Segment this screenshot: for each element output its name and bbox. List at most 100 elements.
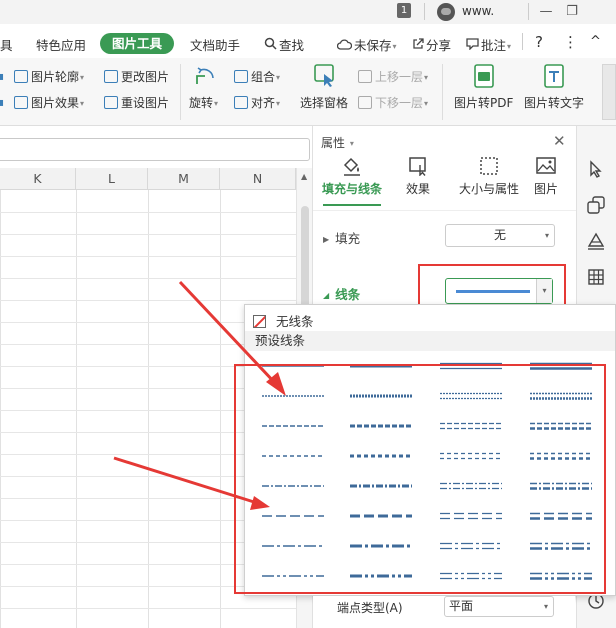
tab-effect[interactable]: 效果 (383, 156, 453, 197)
tab-picture[interactable]: 图片 (511, 156, 581, 197)
menu-item-partial[interactable]: 具 (0, 35, 13, 54)
share-button[interactable]: 分享 (412, 35, 451, 54)
picture-outline-button[interactable]: 图片轮廓▾ (14, 68, 84, 85)
panel-divider (313, 210, 577, 211)
fill-value: 无 (493, 228, 506, 242)
window-count-badge[interactable]: 1 (397, 3, 411, 18)
restore-button[interactable]: ❐ (562, 2, 582, 22)
tab-fill-and-line[interactable]: 填充与线条 (317, 156, 387, 197)
chevron-down-icon: ▾ (544, 231, 549, 240)
selection-pane-label: 选择窗格 (300, 96, 349, 110)
chevron-down-icon: ▾ (276, 73, 281, 82)
tab-fill-and-line-label: 填充与线条 (321, 182, 382, 196)
change-picture-icon (104, 70, 118, 83)
endpoint-type-label: 端点类型(A) (337, 601, 403, 615)
collapse-ribbon-button[interactable]: ^ (590, 34, 601, 49)
rotate-icon (193, 64, 217, 88)
title-separator (528, 3, 529, 20)
formula-input[interactable] (0, 138, 310, 161)
caret-down-icon: ◢ (323, 291, 330, 300)
ribbon-partial-icon[interactable]: ▪ (0, 69, 4, 83)
panel-title[interactable]: 属性 ▾ (321, 134, 354, 151)
column-header-n[interactable]: N (220, 168, 296, 190)
bring-forward-button[interactable]: 上移一层▾ (358, 68, 428, 85)
picture-icon (536, 156, 556, 176)
avatar[interactable] (437, 3, 455, 21)
endpoint-type-select[interactable]: 平面 ▾ (444, 596, 554, 617)
shapes-icon[interactable] (587, 196, 605, 214)
title-bar: 1 www. — ❐ (0, 0, 616, 24)
chevron-down-icon: ▾ (80, 73, 85, 82)
change-picture-label: 更改图片 (121, 70, 170, 84)
ribbon-separator (442, 64, 443, 120)
line-section-toggle[interactable]: ◢ 线条 (323, 284, 360, 303)
more-button[interactable]: ⋮ (563, 33, 578, 51)
endpoint-type-row: 端点类型(A) 平面 ▾ (313, 596, 575, 618)
title-separator (424, 3, 425, 20)
column-header-l[interactable]: L (76, 168, 148, 190)
tab-size-label: 大小与属性 (458, 182, 519, 196)
rotate-button[interactable]: 旋转▾ (189, 64, 218, 111)
preset-lines-header: 预设线条 (245, 331, 615, 351)
selection-pane-button[interactable]: 选择窗格 (300, 64, 348, 111)
column-header-m[interactable]: M (148, 168, 220, 190)
select-cursor-icon[interactable] (587, 160, 605, 178)
effect-panel-icon (408, 156, 428, 177)
chevron-down-icon: ▾ (276, 99, 281, 108)
fill-select[interactable]: 无 ▾ (445, 224, 555, 247)
ribbon-partial-icon[interactable]: ▪ (0, 95, 4, 109)
send-backward-button[interactable]: 下移一层▾ (358, 94, 428, 111)
size-icon (479, 156, 499, 176)
picture-effect-label: 图片效果 (31, 96, 80, 110)
grid-hline (0, 278, 296, 279)
pdf-icon (472, 64, 496, 90)
unsaved-button[interactable]: 未保存▾ (336, 35, 397, 54)
reset-picture-button[interactable]: 重设图片 (104, 94, 169, 111)
formula-row (0, 126, 312, 170)
ribbon-scroll-right[interactable] (602, 64, 616, 120)
bring-forward-icon (358, 70, 372, 83)
grid-hline (0, 234, 296, 235)
annotate-label: 批注 (481, 38, 507, 53)
help-button[interactable]: ? (535, 33, 543, 51)
menu-bar: 具 特色应用 图片工具 文档助手 查找 未保存▾ 分享 批注▾ ? ⋮ ^ (0, 28, 616, 58)
scroll-up-icon[interactable]: ▲ (301, 172, 307, 181)
bring-forward-label: 上移一层 (375, 70, 424, 84)
table-icon[interactable] (587, 268, 605, 286)
search-icon (264, 37, 277, 53)
text-icon (542, 64, 566, 90)
no-line-option[interactable]: 无线条 (253, 311, 314, 330)
preset-lines-highlight (234, 364, 606, 594)
menu-item-special-apps[interactable]: 特色应用 (36, 35, 86, 54)
close-icon[interactable]: ✕ (553, 132, 566, 150)
send-backward-icon (358, 96, 372, 109)
picture-effect-button[interactable]: 图片效果▾ (14, 94, 84, 111)
chevron-down-icon: ▾ (392, 42, 397, 51)
align-label: 对齐 (251, 96, 276, 110)
menu-separator (522, 33, 523, 50)
reset-picture-icon (104, 96, 118, 109)
menu-item-picture-tools[interactable]: 图片工具 (100, 33, 174, 54)
user-name[interactable]: www. (462, 4, 494, 18)
chevron-down-icon: ▾ (349, 139, 354, 148)
chevron-down-icon: ▾ (543, 602, 548, 611)
menu-item-doc-assistant[interactable]: 文档助手 (190, 35, 240, 54)
send-backward-label: 下移一层 (375, 96, 424, 110)
picture-to-pdf-button[interactable]: 图片转PDF (454, 64, 513, 111)
picture-to-text-button[interactable]: 图片转文字 (524, 64, 584, 111)
minimize-button[interactable]: — (536, 2, 556, 22)
group-button[interactable]: 组合▾ (234, 68, 280, 85)
column-header-k[interactable]: K (0, 168, 76, 190)
share-icon (412, 38, 424, 53)
no-line-icon (253, 315, 266, 328)
picture-outline-label: 图片轮廓 (31, 70, 80, 84)
align-button[interactable]: 对齐▾ (234, 94, 280, 111)
tab-effect-label: 效果 (405, 182, 430, 196)
chevron-down-icon: ▾ (214, 99, 219, 108)
change-picture-button[interactable]: 更改图片 (104, 68, 169, 85)
fill-section-toggle[interactable]: ▶ 填充 (323, 228, 360, 247)
layers-icon[interactable] (587, 232, 605, 250)
rotate-label: 旋转 (189, 96, 214, 110)
annotate-button[interactable]: 批注▾ (466, 35, 511, 54)
menu-item-find[interactable]: 查找 (264, 35, 304, 54)
